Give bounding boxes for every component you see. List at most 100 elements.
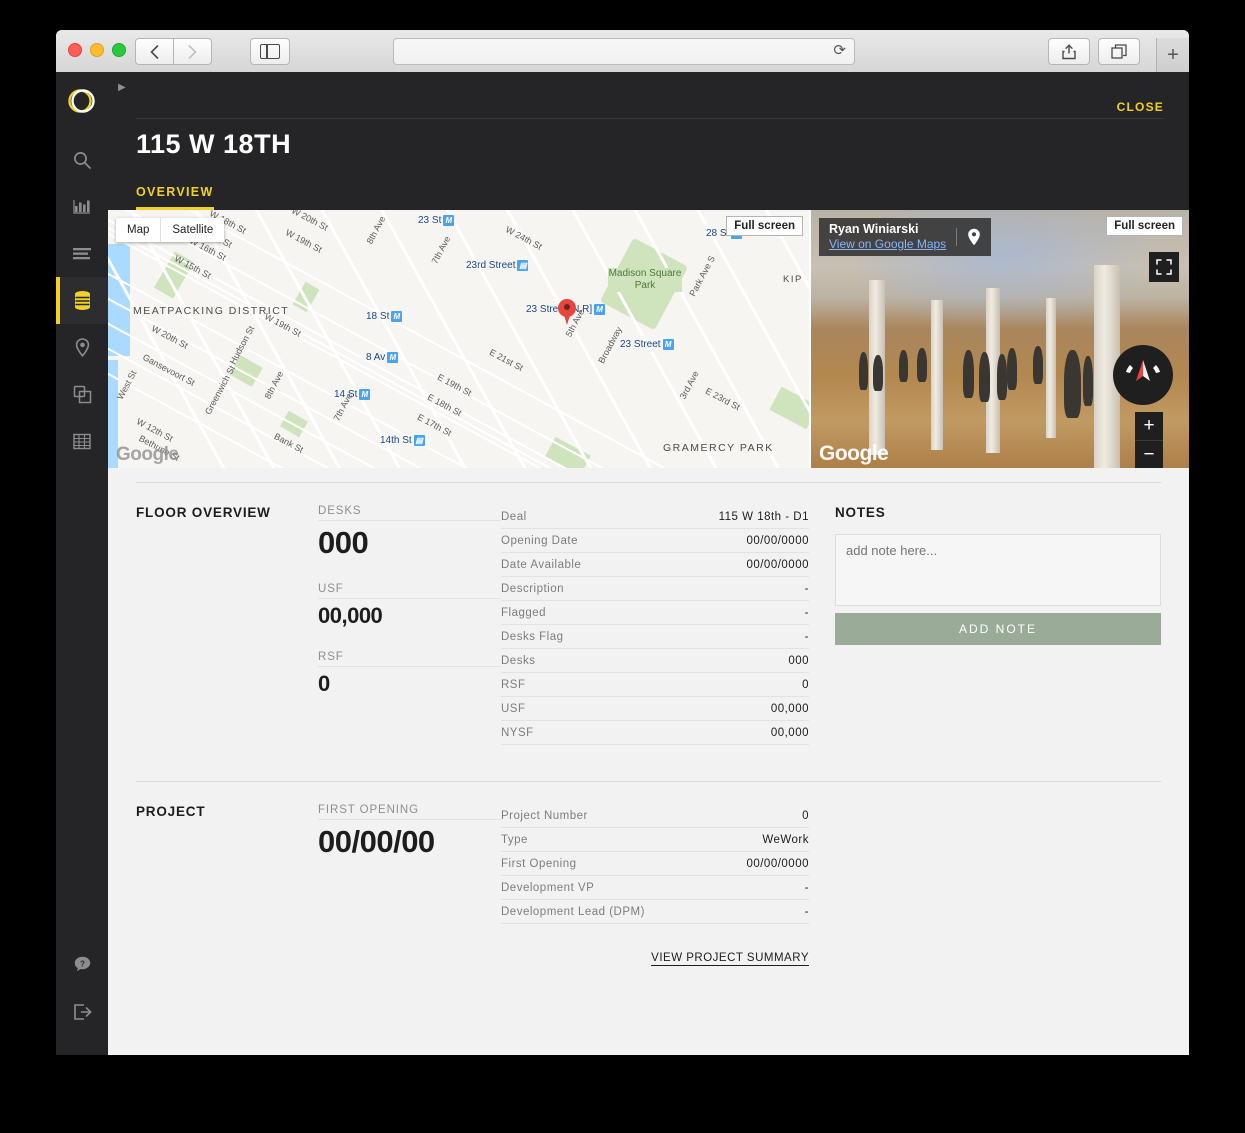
map-type-switcher: Map Satellite (116, 218, 225, 242)
address-bar[interactable]: ⟳ (393, 38, 855, 65)
sidebar-item-locations[interactable] (56, 324, 108, 371)
map-street-label: W 19th St (283, 227, 324, 255)
subway-icon: M (594, 304, 606, 315)
sidebar-item-table[interactable] (56, 418, 108, 465)
street-view-zoom-in-button[interactable]: + (1135, 412, 1163, 440)
share-button[interactable] (1048, 38, 1090, 65)
subway-icon: M (443, 215, 455, 226)
sidebar-item-search[interactable] (56, 136, 108, 183)
back-button[interactable] (135, 38, 174, 65)
table-row: Flagged - (501, 601, 809, 625)
street-view-zoom-controls: + − (1135, 412, 1163, 468)
stat-first-opening: FIRST OPENING 00/00/00 (318, 804, 501, 860)
floor-overview-row: FLOOR OVERVIEW DESKS 000 USF 00,000 RSF … (136, 483, 1161, 745)
reload-icon[interactable]: ⟳ (833, 43, 846, 58)
sv-person (997, 354, 1007, 400)
stat-rsf: RSF 0 (318, 651, 501, 697)
minimize-window-button[interactable] (90, 43, 104, 57)
search-icon (74, 151, 91, 169)
row-value: 00,000 (770, 703, 809, 715)
google-map[interactable]: MEATPACKING DISTRICT GRAMERCY PARK KIP M… (108, 210, 809, 468)
project-title-col: PROJECT (136, 804, 318, 966)
subway-icon: M (391, 311, 403, 322)
details-body: FLOOR OVERVIEW DESKS 000 USF 00,000 RSF … (108, 468, 1189, 1055)
stat-value: 00/00/00 (318, 824, 435, 859)
floor-overview-stats: DESKS 000 USF 00,000 RSF 0 (318, 505, 501, 745)
view-project-summary-link[interactable]: VIEW PROJECT SUMMARY (651, 952, 809, 966)
map-transit-label: 23 Street M (620, 339, 674, 350)
map-pin-icon (968, 228, 980, 246)
table-row: Description - (501, 577, 809, 601)
stat-value: 000 (318, 525, 369, 560)
map-transit-label: 14th St ▤ (380, 435, 425, 447)
sidebar-item-help[interactable]: ? (72, 941, 92, 988)
note-input[interactable] (835, 534, 1161, 606)
show-tabs-button[interactable] (1098, 38, 1140, 65)
google-watermark: Google (116, 444, 179, 465)
street-view-fullscreen-button[interactable]: Full screen (1106, 216, 1183, 236)
project-summary-link-wrap: VIEW PROJECT SUMMARY (501, 948, 809, 966)
map-street-label: E 21st St (487, 347, 525, 373)
stat-label: DESKS (318, 505, 501, 521)
sv-person (873, 355, 883, 391)
sidebar-item-analytics[interactable] (56, 183, 108, 230)
expand-triangle-icon[interactable]: ▶ (118, 82, 126, 93)
add-note-button[interactable]: ADD NOTE (835, 613, 1161, 645)
media-row: MEATPACKING DISTRICT GRAMERCY PARK KIP M… (108, 210, 1189, 468)
compass-icon (1126, 360, 1160, 381)
row-value: 00/00/0000 (746, 535, 809, 547)
sv-person (899, 350, 908, 382)
table-row: Type WeWork (501, 828, 809, 852)
sidebar-item-list[interactable] (56, 230, 108, 277)
street-view-zoom-out-button[interactable]: − (1135, 440, 1163, 468)
street-view-compass[interactable] (1113, 345, 1173, 405)
tab-overview[interactable]: OVERVIEW (136, 185, 214, 210)
map-transit-label: 8 Av M (366, 352, 399, 363)
google-watermark: Google (819, 442, 889, 465)
table-row: Deal 115 W 18th - D1 (501, 505, 809, 529)
stat-label: USF (318, 583, 501, 599)
sidebar-item-documents[interactable] (56, 371, 108, 418)
sv-column (1046, 298, 1056, 438)
browser-titlebar: ⟳ + (56, 30, 1189, 73)
view-on-google-maps-link[interactable]: View on Google Maps (819, 237, 956, 252)
table-row: USF 00,000 (501, 697, 809, 721)
sv-person (979, 352, 990, 402)
street-view-panel[interactable]: Ryan Winiarski View on Google Maps Full … (811, 210, 1189, 468)
close-panel-button[interactable]: CLOSE (1117, 100, 1164, 114)
wework-logo[interactable] (67, 86, 97, 116)
map-park (769, 386, 809, 430)
new-tab-button[interactable]: + (1156, 38, 1189, 72)
map-label-neighborhood: GRAMERCY PARK (663, 442, 774, 454)
project-table: Project Number 0 Type WeWork First Openi… (501, 804, 809, 966)
sv-person (917, 348, 927, 382)
map-type-map-button[interactable]: Map (116, 218, 161, 242)
street-view-expand-button[interactable] (1149, 252, 1179, 282)
maximize-window-button[interactable] (112, 43, 126, 57)
row-key: Date Available (501, 559, 582, 571)
stat-label: FIRST OPENING (318, 804, 501, 820)
close-window-button[interactable] (68, 43, 82, 57)
map-marker-tip (563, 312, 571, 325)
table-row: Development VP - (501, 876, 809, 900)
map-street-label: West St (114, 368, 139, 402)
map-type-satellite-button[interactable]: Satellite (160, 218, 225, 242)
sidebar-toggle-button[interactable] (250, 38, 290, 65)
street-view-pin-button[interactable] (956, 228, 991, 246)
sv-column (931, 300, 943, 450)
map-marker[interactable] (558, 299, 576, 325)
stat-value: 00,000 (318, 603, 383, 628)
page-topbar: ▶ CLOSE 115 W 18TH OVERVIEW (108, 72, 1189, 210)
navigation-buttons (135, 38, 212, 65)
map-fullscreen-button[interactable]: Full screen (726, 216, 803, 236)
share-icon (1062, 43, 1076, 59)
list-lines-icon (73, 247, 91, 259)
map-street-label: E 19th St (435, 371, 474, 399)
sv-person (1007, 348, 1017, 390)
forward-button[interactable] (174, 38, 212, 65)
row-value: 0 (802, 810, 809, 822)
sidebar-item-buildings[interactable] (56, 277, 108, 324)
map-label-park: Madison Square Park (608, 268, 682, 292)
subway-icon: M (359, 389, 371, 400)
sidebar-item-logout[interactable] (72, 988, 92, 1035)
